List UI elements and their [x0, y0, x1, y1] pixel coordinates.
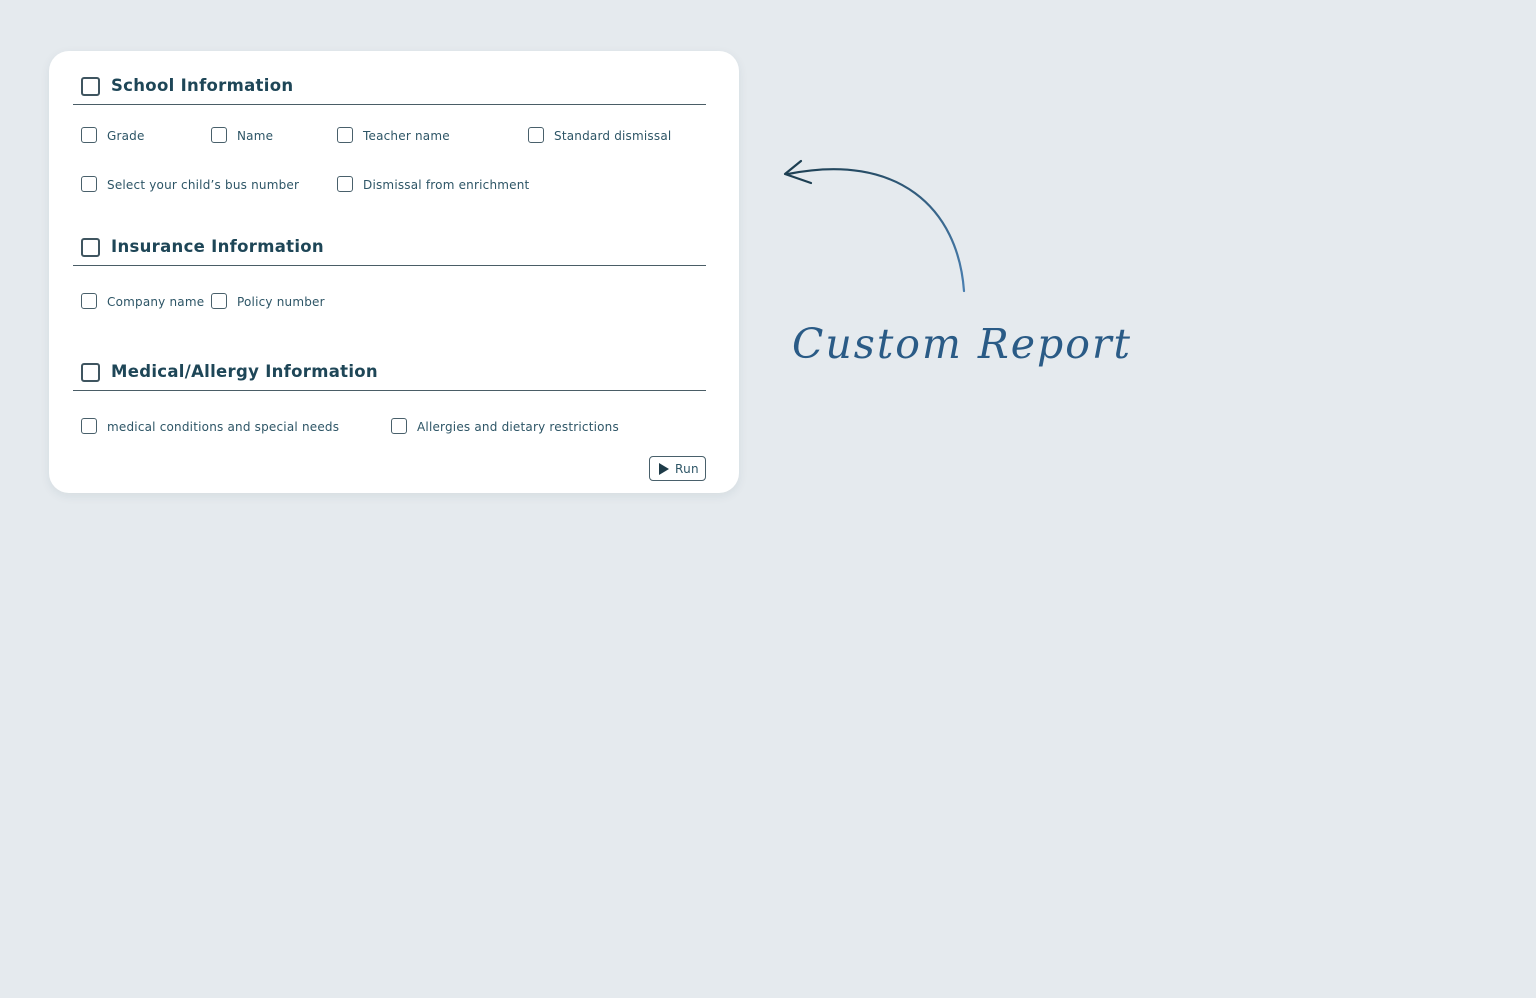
section-checkbox-medical-allergy-information[interactable] [81, 363, 100, 382]
checkbox-standard-dismissal[interactable] [528, 127, 544, 143]
section-title-insurance-information: Insurance Information [111, 237, 324, 256]
option-label-teacher-name: Teacher name [363, 129, 450, 143]
checkbox-company-name[interactable] [81, 293, 97, 309]
option-label-policy-number: Policy number [237, 295, 325, 309]
section-divider [73, 104, 706, 105]
option-label-allergies: Allergies and dietary restrictions [417, 420, 619, 434]
checkbox-dismissal-from-enrichment[interactable] [337, 176, 353, 192]
checkbox-medical-conditions[interactable] [81, 418, 97, 434]
curved-arrow-icon [783, 159, 966, 293]
section-divider [73, 390, 706, 391]
run-button[interactable]: Run [649, 456, 706, 481]
custom-report-title: Custom Report [792, 320, 1133, 368]
section-checkbox-school-information[interactable] [81, 77, 100, 96]
option-label-grade: Grade [107, 129, 145, 143]
run-button-label: Run [675, 462, 699, 476]
checkbox-teacher-name[interactable] [337, 127, 353, 143]
checkbox-name[interactable] [211, 127, 227, 143]
checkbox-grade[interactable] [81, 127, 97, 143]
option-label-bus-number: Select your child’s bus number [107, 178, 300, 192]
checkbox-policy-number[interactable] [211, 293, 227, 309]
play-icon [659, 463, 669, 475]
option-label-standard-dismissal: Standard dismissal [554, 129, 672, 143]
section-title-school-information: School Information [111, 76, 294, 95]
checkbox-bus-number[interactable] [81, 176, 97, 192]
option-label-company-name: Company name [107, 295, 205, 309]
option-label-name: Name [237, 129, 274, 143]
section-checkbox-insurance-information[interactable] [81, 238, 100, 257]
report-options-card: School Information Grade Name Teacher na… [49, 51, 739, 493]
section-title-medical-allergy-information: Medical/Allergy Information [111, 362, 378, 381]
checkbox-allergies[interactable] [391, 418, 407, 434]
section-divider [73, 265, 706, 266]
option-label-medical-conditions: medical conditions and special needs [107, 420, 340, 434]
option-label-dismissal-from-enrichment: Dismissal from enrichment [363, 178, 530, 192]
